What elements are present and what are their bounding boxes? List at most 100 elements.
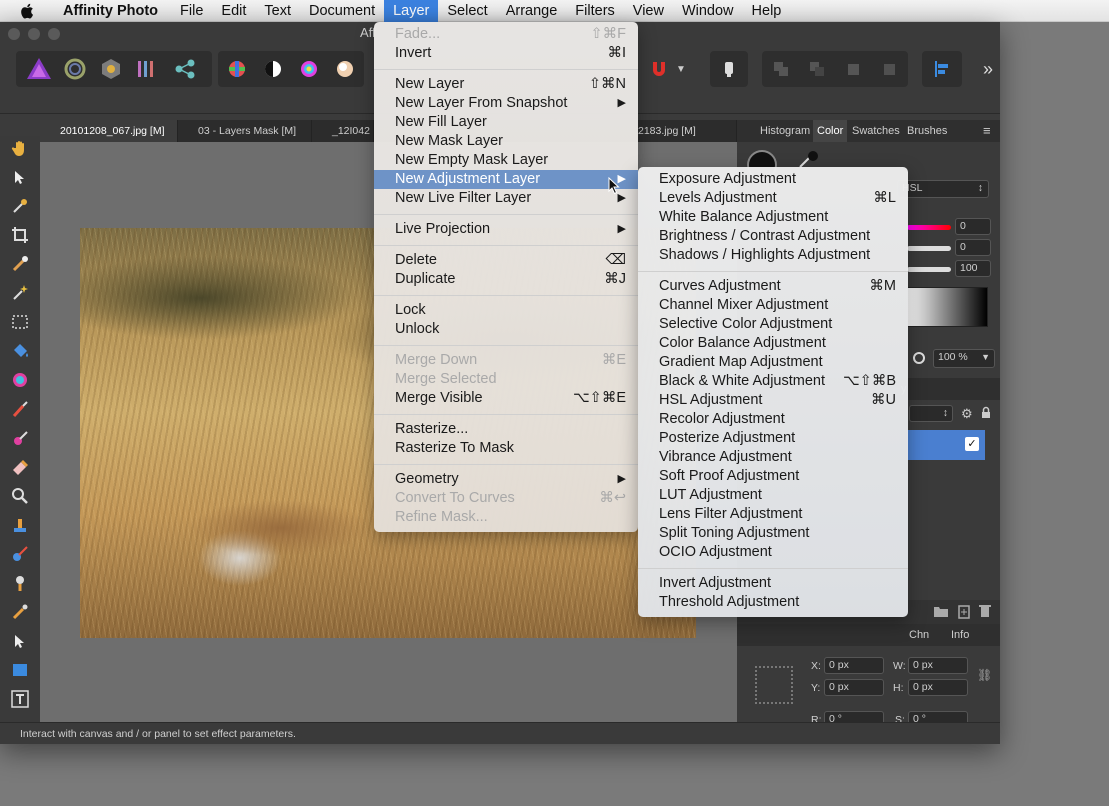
selected-layer-row[interactable]: ✓ bbox=[907, 430, 985, 460]
menu-item-brightness-contrast[interactable]: Brightness / Contrast Adjustment bbox=[638, 227, 908, 246]
anchor-selector[interactable] bbox=[755, 666, 793, 704]
menu-file[interactable]: File bbox=[171, 0, 212, 22]
menu-item-soft-proof[interactable]: Soft Proof Adjustment bbox=[638, 467, 908, 486]
menu-item-geometry[interactable]: Geometry ▶ bbox=[374, 470, 638, 489]
doc-tab-3[interactable]: _12I042 bbox=[312, 120, 374, 142]
menu-item-new-adjustment-layer[interactable]: New Adjustment Layer ▶ bbox=[374, 170, 638, 189]
menu-item-new-empty-mask-layer[interactable]: New Empty Mask Layer bbox=[374, 151, 638, 170]
dodge-brush-icon[interactable] bbox=[8, 571, 32, 595]
menu-item-live-projection[interactable]: Live Projection ▶ bbox=[374, 220, 638, 239]
w-field[interactable]: 0 px bbox=[908, 657, 968, 674]
menu-item-levels[interactable]: Levels Adjustment ⌘L bbox=[638, 189, 908, 208]
menu-item-invert-adjustment[interactable]: Invert Adjustment bbox=[638, 574, 908, 593]
align-icon[interactable] bbox=[925, 52, 959, 86]
add-group-folder-icon[interactable] bbox=[933, 604, 949, 623]
menu-item-new-fill-layer[interactable]: New Fill Layer bbox=[374, 113, 638, 132]
menu-item-hsl[interactable]: HSL Adjustment ⌘U bbox=[638, 391, 908, 410]
menu-item-curves[interactable]: Curves Adjustment ⌘M bbox=[638, 277, 908, 296]
erase-brush-icon[interactable] bbox=[8, 455, 32, 479]
intersect-boolean-icon[interactable] bbox=[836, 52, 870, 86]
color-picker-icon[interactable] bbox=[8, 194, 32, 218]
menu-item-new-live-filter-layer[interactable]: New Live Filter Layer ▶ bbox=[374, 189, 638, 208]
layer-visibility-checkbox[interactable]: ✓ bbox=[965, 437, 979, 451]
menu-item-posterize[interactable]: Posterize Adjustment bbox=[638, 429, 908, 448]
move-tool-icon[interactable] bbox=[8, 165, 32, 189]
clone-brush-icon[interactable] bbox=[8, 513, 32, 537]
tone-mapping-persona-icon[interactable] bbox=[130, 52, 164, 86]
contrast-icon[interactable] bbox=[256, 52, 290, 86]
close-window-button[interactable] bbox=[8, 28, 20, 40]
menu-item-refine-mask[interactable]: Refine Mask... bbox=[374, 508, 638, 527]
opacity-field[interactable]: 100 % ▼ bbox=[933, 349, 995, 368]
menu-arrange[interactable]: Arrange bbox=[497, 0, 567, 22]
menu-view[interactable]: View bbox=[624, 0, 673, 22]
menu-item-unlock[interactable]: Unlock bbox=[374, 320, 638, 339]
healing-brush-icon[interactable] bbox=[8, 542, 32, 566]
menu-item-invert[interactable]: Invert ⌘I bbox=[374, 44, 638, 63]
menu-item-convert-to-curves[interactable]: Convert To Curves ⌘↩ bbox=[374, 489, 638, 508]
menu-select[interactable]: Select bbox=[438, 0, 496, 22]
levels-icon[interactable] bbox=[220, 52, 254, 86]
tab-channels[interactable]: Chn bbox=[905, 624, 933, 646]
menu-item-rasterize-to-mask[interactable]: Rasterize To Mask bbox=[374, 439, 638, 458]
color-model-select[interactable]: HSL ↕ bbox=[897, 180, 989, 198]
menu-item-lut[interactable]: LUT Adjustment bbox=[638, 486, 908, 505]
saturation-field[interactable]: 0 bbox=[955, 239, 991, 256]
menu-item-lens-filter[interactable]: Lens Filter Adjustment bbox=[638, 505, 908, 524]
gradient-tool-icon[interactable] bbox=[8, 368, 32, 392]
tab-color[interactable]: Color bbox=[813, 120, 848, 142]
h-field[interactable]: 0 px bbox=[908, 679, 968, 696]
paint-brush-icon[interactable] bbox=[8, 397, 32, 421]
menu-item-lock[interactable]: Lock bbox=[374, 301, 638, 320]
hue-slider[interactable] bbox=[907, 225, 951, 230]
marquee-tool-icon[interactable] bbox=[8, 310, 32, 334]
add-layer-icon[interactable] bbox=[957, 604, 971, 624]
menu-item-merge-down[interactable]: Merge Down ⌘E bbox=[374, 351, 638, 370]
color-wheel-icon[interactable] bbox=[292, 52, 326, 86]
rectangle-tool-icon[interactable] bbox=[8, 658, 32, 682]
menu-item-merge-visible[interactable]: Merge Visible ⌥⇧⌘E bbox=[374, 389, 638, 408]
menu-item-gradient-map[interactable]: Gradient Map Adjustment bbox=[638, 353, 908, 372]
export-persona-icon[interactable] bbox=[168, 52, 202, 86]
panel-menu-icon[interactable]: ≡ bbox=[979, 120, 995, 142]
menu-item-merge-selected[interactable]: Merge Selected bbox=[374, 370, 638, 389]
blend-mode-select[interactable]: ↕ bbox=[909, 405, 953, 422]
delete-layer-trash-icon[interactable] bbox=[979, 603, 991, 623]
node-tool-icon[interactable] bbox=[8, 629, 32, 653]
add-boolean-icon[interactable] bbox=[764, 52, 798, 86]
menu-help[interactable]: Help bbox=[743, 0, 791, 22]
lightness-field[interactable]: 100 bbox=[955, 260, 991, 277]
menu-item-recolor[interactable]: Recolor Adjustment bbox=[638, 410, 908, 429]
menu-item-black-white[interactable]: Black & White Adjustment ⌥⇧⌘B bbox=[638, 372, 908, 391]
menu-window[interactable]: Window bbox=[673, 0, 743, 22]
menu-item-threshold[interactable]: Threshold Adjustment bbox=[638, 593, 908, 612]
saturation-slider[interactable] bbox=[907, 246, 951, 251]
menu-item-shadows-highlights[interactable]: Shadows / Highlights Adjustment bbox=[638, 246, 908, 265]
menu-item-ocio[interactable]: OCIO Adjustment bbox=[638, 543, 908, 562]
layer-settings-gear-icon[interactable]: ⚙ bbox=[961, 406, 973, 422]
tab-brushes[interactable]: Brushes bbox=[903, 120, 951, 142]
tab-swatches[interactable]: Swatches bbox=[848, 120, 904, 142]
menu-edit[interactable]: Edit bbox=[212, 0, 255, 22]
menu-item-new-layer-from-snapshot[interactable]: New Layer From Snapshot ▶ bbox=[374, 94, 638, 113]
develop-persona-icon[interactable] bbox=[94, 52, 128, 86]
smudge-brush-icon[interactable] bbox=[8, 600, 32, 624]
tab-info[interactable]: Info bbox=[947, 624, 973, 646]
assistant-icon[interactable] bbox=[712, 52, 746, 86]
menu-item-delete[interactable]: Delete ⌫ bbox=[374, 251, 638, 270]
subtract-boolean-icon[interactable] bbox=[800, 52, 834, 86]
color-spectrum[interactable] bbox=[907, 287, 988, 327]
flood-select-icon[interactable] bbox=[8, 281, 32, 305]
crop-tool-icon[interactable] bbox=[8, 223, 32, 247]
menu-item-channel-mixer[interactable]: Channel Mixer Adjustment bbox=[638, 296, 908, 315]
apple-icon[interactable] bbox=[20, 3, 40, 19]
menu-item-new-layer[interactable]: New Layer ⇧⌘N bbox=[374, 75, 638, 94]
y-field[interactable]: 0 px bbox=[824, 679, 884, 696]
menu-item-white-balance[interactable]: White Balance Adjustment bbox=[638, 208, 908, 227]
toolbar-overflow-icon[interactable]: » bbox=[976, 52, 1000, 86]
doc-tab-4[interactable]: 2183.jpg [M] bbox=[638, 120, 737, 142]
liquify-persona-icon[interactable] bbox=[58, 52, 92, 86]
view-tool-hand-icon[interactable] bbox=[8, 136, 32, 160]
menu-app-name[interactable]: Affinity Photo bbox=[54, 0, 167, 22]
flood-fill-icon[interactable] bbox=[8, 339, 32, 363]
